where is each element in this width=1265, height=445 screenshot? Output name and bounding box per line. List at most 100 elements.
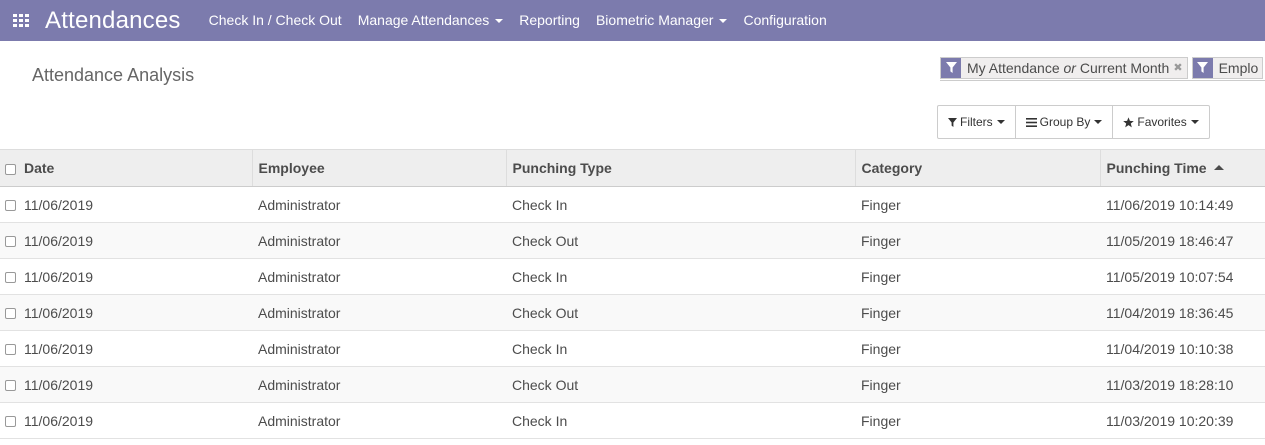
list-icon bbox=[1025, 117, 1037, 127]
punching-time-cell: 11/04/2019 18:36:45 bbox=[1100, 294, 1265, 331]
search-options: Filters Group By Favorites bbox=[937, 105, 1210, 139]
menu-check-in-check-out[interactable]: Check In / Check Out bbox=[201, 0, 350, 41]
date-cell: 11/06/2019 bbox=[22, 222, 252, 259]
category-cell: Finger bbox=[855, 330, 1100, 367]
employee-cell: Administrator bbox=[252, 222, 506, 259]
employee-cell: Administrator bbox=[252, 402, 506, 439]
column-header-employee[interactable]: Employee bbox=[251, 149, 506, 187]
employee-cell: Administrator bbox=[252, 186, 506, 223]
menu-label: Reporting bbox=[519, 12, 580, 28]
filter-icon bbox=[1192, 57, 1213, 78]
search-facet-groupby[interactable]: Emplo bbox=[1191, 56, 1264, 79]
star-icon bbox=[1123, 116, 1135, 127]
category-cell: Finger bbox=[855, 294, 1100, 331]
table-row[interactable]: 11/06/2019 Administrator Check In Finger… bbox=[0, 402, 1265, 439]
row-select-cell[interactable] bbox=[0, 294, 22, 331]
row-checkbox[interactable] bbox=[5, 236, 16, 248]
control-panel: Attendance Analysis My Attendance or Cur… bbox=[0, 41, 1265, 149]
punching-time-cell: 11/06/2019 10:14:49 bbox=[1100, 186, 1265, 223]
select-all-checkbox[interactable] bbox=[5, 163, 16, 175]
punching-type-cell: Check In bbox=[506, 186, 855, 223]
employee-cell: Administrator bbox=[252, 294, 506, 331]
menu-reporting[interactable]: Reporting bbox=[511, 0, 588, 41]
table-row[interactable]: 11/06/2019 Administrator Check Out Finge… bbox=[0, 366, 1265, 403]
punching-time-cell: 11/05/2019 10:07:54 bbox=[1100, 258, 1265, 295]
column-header-category[interactable]: Category bbox=[854, 149, 1100, 187]
row-select-cell[interactable] bbox=[0, 186, 22, 223]
menu-biometric-manager[interactable]: Biometric Manager bbox=[588, 0, 736, 41]
punching-type-cell: Check Out bbox=[506, 366, 855, 403]
app-title[interactable]: Attendances bbox=[45, 0, 181, 41]
breadcrumb: Attendance Analysis bbox=[32, 65, 195, 85]
table-header-row: Date Employee Punching Type Category Pun… bbox=[0, 149, 1265, 187]
employee-cell: Administrator bbox=[252, 366, 506, 403]
category-cell: Finger bbox=[855, 366, 1100, 403]
caret-down-icon bbox=[1190, 120, 1199, 124]
menu-label: Check In / Check Out bbox=[208, 12, 342, 28]
table-row[interactable]: 11/06/2019 Administrator Check Out Finge… bbox=[0, 222, 1265, 259]
row-select-cell[interactable] bbox=[0, 222, 22, 259]
punching-type-cell: Check Out bbox=[506, 222, 855, 259]
table-row[interactable]: 11/06/2019 Administrator Check In Finger… bbox=[0, 258, 1265, 295]
favorites-button[interactable]: Favorites bbox=[1113, 106, 1208, 138]
row-select-cell[interactable] bbox=[0, 366, 22, 403]
main-menu: Check In / Check Out Manage Attendances … bbox=[201, 0, 835, 41]
filter-icon bbox=[948, 117, 957, 127]
facet-label: Emplo bbox=[1218, 59, 1259, 76]
menu-manage-attendances[interactable]: Manage Attendances bbox=[350, 0, 512, 41]
filters-label: Filters bbox=[960, 115, 993, 129]
remove-facet-icon[interactable]: ✖ bbox=[1173, 61, 1186, 74]
date-cell: 11/06/2019 bbox=[22, 402, 252, 439]
row-checkbox[interactable] bbox=[5, 272, 16, 284]
row-checkbox[interactable] bbox=[5, 380, 16, 392]
employee-cell: Administrator bbox=[252, 330, 506, 367]
date-cell: 11/06/2019 bbox=[22, 330, 252, 367]
category-cell: Finger bbox=[855, 402, 1100, 439]
search-bar[interactable]: My Attendance or Current Month ✖ Emplo bbox=[940, 55, 1265, 81]
attendance-table: Date Employee Punching Type Category Pun… bbox=[0, 149, 1265, 439]
punching-time-cell: 11/03/2019 18:28:10 bbox=[1100, 366, 1265, 403]
employee-cell: Administrator bbox=[252, 258, 506, 295]
date-cell: 11/06/2019 bbox=[22, 366, 252, 403]
date-cell: 11/06/2019 bbox=[22, 258, 252, 295]
menu-label: Configuration bbox=[743, 12, 827, 28]
favorites-label: Favorites bbox=[1137, 115, 1187, 129]
menu-label: Biometric Manager bbox=[595, 12, 714, 28]
table-row[interactable]: 11/06/2019 Administrator Check In Finger… bbox=[0, 330, 1265, 367]
category-cell: Finger bbox=[855, 186, 1100, 223]
column-header-punching-time[interactable]: Punching Time bbox=[1099, 149, 1265, 187]
apps-grid-icon[interactable] bbox=[13, 13, 29, 28]
search-facet-filter[interactable]: My Attendance or Current Month ✖ bbox=[940, 56, 1188, 79]
punching-type-cell: Check In bbox=[506, 330, 855, 367]
row-select-cell[interactable] bbox=[0, 402, 22, 439]
punching-time-cell: 11/03/2019 10:20:39 bbox=[1100, 402, 1265, 439]
select-all-header[interactable] bbox=[0, 149, 22, 187]
row-checkbox[interactable] bbox=[5, 344, 16, 356]
menu-configuration[interactable]: Configuration bbox=[735, 0, 834, 41]
group-by-label: Group By bbox=[1039, 115, 1091, 129]
column-label: Punching Time bbox=[1106, 160, 1207, 176]
caret-down-icon bbox=[1094, 120, 1103, 124]
facet-label: My Attendance or Current Month bbox=[967, 59, 1170, 76]
category-cell: Finger bbox=[855, 222, 1100, 259]
punching-type-cell: Check In bbox=[506, 402, 855, 439]
category-cell: Finger bbox=[855, 258, 1100, 295]
date-cell: 11/06/2019 bbox=[22, 294, 252, 331]
row-checkbox[interactable] bbox=[5, 308, 16, 320]
caret-down-icon bbox=[996, 120, 1005, 124]
column-header-date[interactable]: Date bbox=[22, 149, 252, 187]
punching-type-cell: Check In bbox=[506, 258, 855, 295]
punching-time-cell: 11/05/2019 18:46:47 bbox=[1100, 222, 1265, 259]
row-select-cell[interactable] bbox=[0, 258, 22, 295]
table-row[interactable]: 11/06/2019 Administrator Check Out Finge… bbox=[0, 294, 1265, 331]
filters-button[interactable]: Filters bbox=[938, 106, 1016, 138]
column-header-punching-type[interactable]: Punching Type bbox=[505, 149, 855, 187]
caret-down-icon bbox=[495, 18, 504, 23]
row-checkbox[interactable] bbox=[5, 200, 16, 212]
group-by-button[interactable]: Group By bbox=[1016, 106, 1114, 138]
table-row[interactable]: 11/06/2019 Administrator Check In Finger… bbox=[0, 186, 1265, 223]
punching-type-cell: Check Out bbox=[506, 294, 855, 331]
row-select-cell[interactable] bbox=[0, 330, 22, 367]
top-navbar: Attendances Check In / Check Out Manage … bbox=[0, 0, 1265, 41]
row-checkbox[interactable] bbox=[5, 416, 16, 428]
